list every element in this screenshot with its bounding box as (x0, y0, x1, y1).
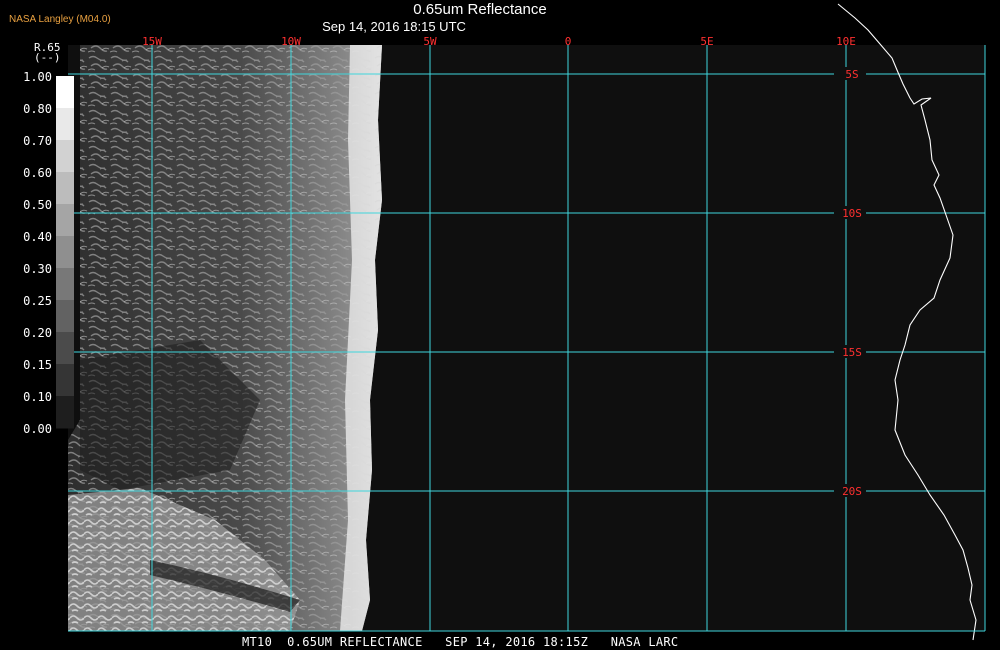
satellite-swath (68, 45, 382, 631)
colorbar-tick-label: 0.70 (23, 134, 52, 148)
colorbar-tick-label: 0.20 (23, 326, 52, 340)
footer-caption: MT10 0.65UM REFLECTANCE SEP 14, 2016 18:… (242, 635, 679, 649)
colorbar-swatch (56, 172, 74, 205)
colorbar-tick-label: 0.10 (23, 390, 52, 404)
colorbar-swatch (56, 204, 74, 237)
latitude-label: 15S (842, 346, 862, 359)
colorbar-swatch (56, 76, 74, 109)
colorbar-swatch (56, 332, 74, 365)
colorbar-tick-label: 0.00 (23, 422, 52, 436)
satellite-image-viewer: 15W 10W 5W 0 5E 10E 5S 10S 15S 20S R.65 (--) 1.00… (0, 0, 1000, 650)
latitude-label: 10S (842, 207, 862, 220)
colorbar-swatch (56, 364, 74, 397)
colorbar-swatch (56, 396, 74, 429)
longitude-label: 10E (836, 35, 856, 48)
colorbar (56, 76, 74, 429)
colorbar-tick-label: 0.30 (23, 262, 52, 276)
colorbar-tick-label: 0.15 (23, 358, 52, 372)
reflectance-map: 15W 10W 5W 0 5E 10E 5S 10S 15S 20S (68, 3, 986, 641)
longitude-label: 10W (281, 35, 301, 48)
latitude-label: 5S (845, 68, 858, 81)
colorbar-tick-label: 0.40 (23, 230, 52, 244)
colorbar-swatch (56, 268, 74, 301)
colorbar-swatch (56, 108, 74, 141)
colorbar-swatch (56, 140, 74, 173)
colorbar-tick-label: 0.80 (23, 102, 52, 116)
latitude-label: 20S (842, 485, 862, 498)
image-timestamp: Sep 14, 2016 18:15 UTC (322, 19, 466, 34)
colorbar-tick-label: 1.00 (23, 70, 52, 84)
longitude-label: 15W (142, 35, 162, 48)
colorbar-tick-label: 0.25 (23, 294, 52, 308)
colorbar-tick-label: 0.60 (23, 166, 52, 180)
longitude-label: 5E (700, 35, 713, 48)
longitude-label: 5W (423, 35, 437, 48)
image-title: 0.65um Reflectance (413, 1, 547, 18)
colorbar-tick-label: 0.50 (23, 198, 52, 212)
colorbar-swatch (56, 300, 74, 333)
longitude-label: 0 (565, 35, 572, 48)
colorbar-swatch (56, 236, 74, 269)
